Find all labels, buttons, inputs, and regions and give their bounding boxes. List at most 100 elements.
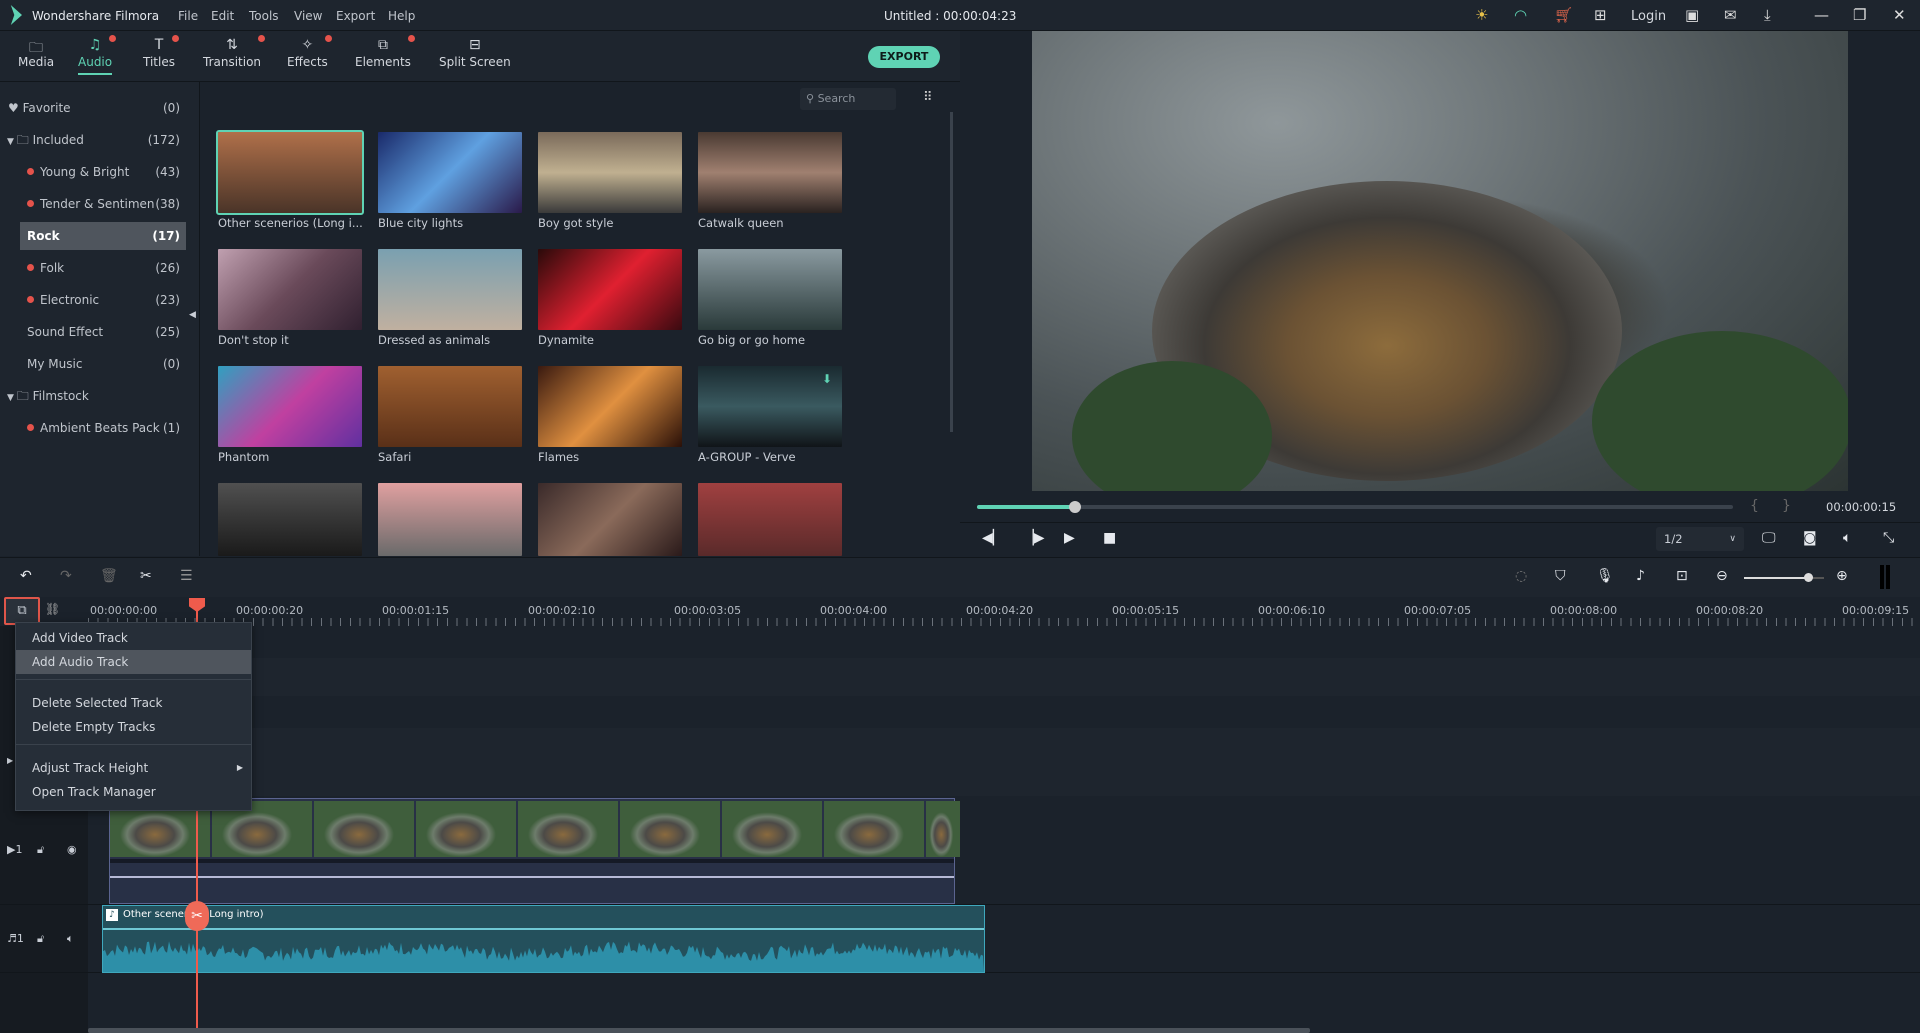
delete-icon[interactable]: 🗑︎ bbox=[100, 568, 118, 584]
library-item-thumbnail[interactable] bbox=[698, 132, 842, 213]
video-clip[interactable] bbox=[109, 798, 960, 904]
menu-edit[interactable]: Edit bbox=[211, 9, 234, 23]
export-button[interactable]: EXPORT bbox=[868, 46, 940, 68]
library-item-thumbnail[interactable] bbox=[378, 483, 522, 556]
marker-icon[interactable]: ⛉ bbox=[1555, 568, 1566, 584]
search-input[interactable]: ⚲ Search bbox=[800, 88, 896, 110]
sidebar-item-tender[interactable]: Tender & Sentimen (38) bbox=[0, 190, 186, 218]
lock-icon[interactable]: 🔓︎ bbox=[37, 932, 44, 946]
library-item-thumbnail[interactable] bbox=[698, 249, 842, 330]
menu-view[interactable]: View bbox=[294, 9, 322, 23]
audio-mixer-icon[interactable]: ♪ bbox=[1636, 568, 1645, 584]
prev-frame-icon[interactable]: ◀▏ bbox=[982, 530, 1004, 546]
sidebar-item-electronic[interactable]: Electronic (23) bbox=[0, 286, 186, 314]
library-item-thumbnail[interactable] bbox=[218, 366, 362, 447]
menu-add-audio-track[interactable]: Add Audio Track bbox=[16, 650, 251, 674]
download-icon[interactable]: ⤓ bbox=[1764, 6, 1771, 24]
menu-export[interactable]: Export bbox=[336, 9, 375, 23]
voiceover-icon[interactable]: 🎙︎ bbox=[1596, 568, 1614, 584]
library-scrollbar[interactable] bbox=[950, 112, 953, 432]
add-track-button[interactable]: ⧉ bbox=[4, 597, 40, 625]
redo-icon[interactable]: ↷ bbox=[60, 568, 72, 584]
library-item-thumbnail[interactable] bbox=[378, 132, 522, 213]
sidebar-item-sound-effect[interactable]: Sound Effect (25) bbox=[0, 318, 186, 346]
sidebar-item-included[interactable]: ▼ 🗀 Included (172) bbox=[0, 126, 186, 154]
sidebar-item-favorite[interactable]: ♥ Favorite (0) bbox=[0, 94, 186, 122]
audio-clip[interactable]: ♪ Other scenerios (Long intro) bbox=[102, 905, 985, 973]
gift-icon[interactable]: ⊞ bbox=[1594, 6, 1607, 24]
sidebar-item-ambient-beats[interactable]: Ambient Beats Pack (1) bbox=[0, 414, 186, 442]
stop-icon[interactable]: ■ bbox=[1103, 530, 1116, 546]
zoom-slider-handle[interactable] bbox=[1804, 573, 1813, 582]
tab-audio[interactable]: ♫ Audio bbox=[78, 35, 117, 75]
library-item-thumbnail[interactable]: ⬇ bbox=[698, 366, 842, 447]
grid-view-icon[interactable]: ⠿ bbox=[923, 90, 933, 105]
close-icon[interactable]: ✕ bbox=[1893, 6, 1906, 24]
menu-help[interactable]: Help bbox=[388, 9, 415, 23]
tab-elements[interactable]: ⧉ Elements bbox=[355, 35, 415, 69]
library-item-thumbnail[interactable] bbox=[538, 483, 682, 556]
render-icon[interactable]: ◌ bbox=[1515, 568, 1527, 584]
play-icon[interactable]: ▶ bbox=[1064, 530, 1075, 546]
sidebar-item-rock[interactable]: Rock (17) bbox=[20, 222, 186, 250]
undo-icon[interactable]: ↶ bbox=[20, 568, 32, 584]
menu-adjust-track-height[interactable]: Adjust Track Height ▶ bbox=[16, 756, 251, 780]
collapse-sidebar-icon[interactable]: ◀ bbox=[189, 310, 196, 320]
mark-out-icon[interactable]: } bbox=[1782, 498, 1791, 514]
cart-icon[interactable]: 🛒︎ bbox=[1554, 6, 1573, 24]
preview-scrubber[interactable] bbox=[977, 501, 1733, 513]
menu-delete-selected-track[interactable]: Delete Selected Track bbox=[16, 691, 251, 715]
scissors-icon[interactable]: ✂ bbox=[185, 901, 209, 931]
login-button[interactable]: Login bbox=[1631, 9, 1666, 24]
menu-file[interactable]: File bbox=[178, 9, 198, 23]
next-frame-icon[interactable]: ▕▶ bbox=[1023, 530, 1045, 546]
mail-icon[interactable]: ✉ bbox=[1724, 6, 1737, 24]
quality-select[interactable]: 1/2 ∨ bbox=[1656, 527, 1744, 551]
menu-open-track-manager[interactable]: Open Track Manager bbox=[16, 780, 251, 804]
display-icon[interactable]: 🖵︎ bbox=[1762, 530, 1776, 546]
cut-icon[interactable]: ✂ bbox=[140, 568, 152, 584]
library-item-thumbnail[interactable] bbox=[218, 249, 362, 330]
save-icon[interactable]: ▣ bbox=[1685, 6, 1699, 24]
zoom-in-icon[interactable]: ⊕ bbox=[1836, 568, 1848, 584]
eye-icon[interactable]: ◉ bbox=[67, 843, 77, 856]
tab-media[interactable]: 🗀 Media bbox=[18, 37, 54, 69]
library-item-thumbnail[interactable] bbox=[538, 132, 682, 213]
minimize-icon[interactable]: — bbox=[1814, 6, 1829, 24]
library-item-thumbnail[interactable] bbox=[216, 130, 364, 215]
library-item-thumbnail[interactable] bbox=[378, 366, 522, 447]
menu-delete-empty-tracks[interactable]: Delete Empty Tracks bbox=[16, 715, 251, 739]
tab-split-screen[interactable]: ⊟ Split Screen bbox=[439, 37, 511, 69]
sidebar-item-folk[interactable]: Folk (26) bbox=[0, 254, 186, 282]
menu-tools[interactable]: Tools bbox=[249, 9, 279, 23]
panel-handle[interactable] bbox=[1880, 565, 1890, 589]
link-icon[interactable]: ⛓ bbox=[45, 602, 60, 616]
zoom-out-icon[interactable]: ⊖ bbox=[1716, 568, 1728, 584]
download-icon[interactable]: ⬇ bbox=[822, 372, 832, 386]
library-item-thumbnail[interactable] bbox=[378, 249, 522, 330]
library-item-thumbnail[interactable] bbox=[218, 483, 362, 556]
tab-transition[interactable]: ⇅ Transition bbox=[203, 35, 266, 69]
library-item-thumbnail[interactable] bbox=[538, 249, 682, 330]
timeline-zoom-slider[interactable] bbox=[1744, 573, 1824, 582]
menu-add-video-track[interactable]: Add Video Track bbox=[16, 626, 251, 650]
fit-icon[interactable]: ⊡ bbox=[1676, 568, 1688, 584]
volume-icon[interactable]: 🔈︎ bbox=[1843, 530, 1851, 546]
library-item-thumbnail[interactable] bbox=[538, 366, 682, 447]
track-expand-icon[interactable]: ▶ bbox=[7, 756, 13, 765]
tab-titles[interactable]: T Titles bbox=[143, 35, 179, 69]
sidebar-item-young-bright[interactable]: Young & Bright (43) bbox=[0, 158, 186, 186]
restore-icon[interactable]: ❐ bbox=[1853, 6, 1866, 24]
snapshot-icon[interactable]: ◙ bbox=[1803, 530, 1817, 546]
headset-icon[interactable]: ◠ bbox=[1514, 6, 1527, 24]
tab-effects[interactable]: ✧ Effects bbox=[287, 35, 332, 69]
lightbulb-icon[interactable]: ☀ bbox=[1475, 6, 1488, 24]
timeline-scrollbar[interactable] bbox=[88, 1028, 1310, 1033]
sidebar-item-my-music[interactable]: My Music (0) bbox=[0, 350, 186, 378]
lock-icon[interactable]: 🔓︎ bbox=[37, 843, 44, 857]
speaker-icon[interactable]: 🔈︎ bbox=[67, 932, 74, 946]
sidebar-item-filmstock[interactable]: ▼ 🗀 Filmstock bbox=[0, 382, 186, 410]
mark-in-icon[interactable]: { bbox=[1750, 498, 1759, 514]
library-item-thumbnail[interactable] bbox=[698, 483, 842, 556]
adjust-icon[interactable]: ☰ bbox=[180, 568, 193, 584]
